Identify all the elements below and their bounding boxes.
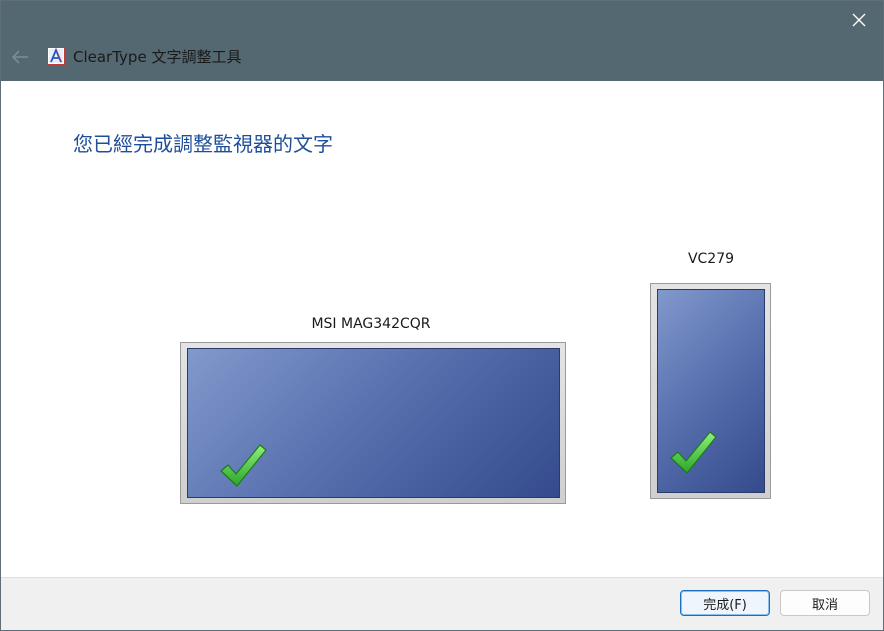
monitor-label-msi: MSI MAG342CQR xyxy=(311,316,431,332)
check-mark-icon xyxy=(670,431,717,474)
cancel-button[interactable]: 取消 xyxy=(780,590,870,616)
footer-bar: 完成(F) 取消 xyxy=(1,577,883,630)
monitor-msi[interactable] xyxy=(180,342,566,504)
page-heading: 您已經完成調整監視器的文字 xyxy=(73,132,333,156)
cleartype-window: ClearType 文字調整工具 您已經完成調整監視器的文字 MSI MAG34… xyxy=(0,0,884,631)
close-icon xyxy=(852,13,866,27)
monitor-vc279[interactable] xyxy=(650,283,771,499)
monitor-screen-msi xyxy=(187,348,560,498)
title-bar: ClearType 文字調整工具 xyxy=(1,1,883,81)
check-mark-icon xyxy=(220,444,267,487)
back-button[interactable] xyxy=(9,47,31,67)
close-button[interactable] xyxy=(845,7,873,33)
window-title: ClearType 文字調整工具 xyxy=(73,48,242,66)
cleartype-app-icon xyxy=(47,47,65,65)
monitor-screen-vc279 xyxy=(657,289,765,493)
monitor-label-vc279: VC279 xyxy=(687,251,735,267)
finish-button[interactable]: 完成(F) xyxy=(680,590,770,616)
back-arrow-icon xyxy=(11,50,28,64)
